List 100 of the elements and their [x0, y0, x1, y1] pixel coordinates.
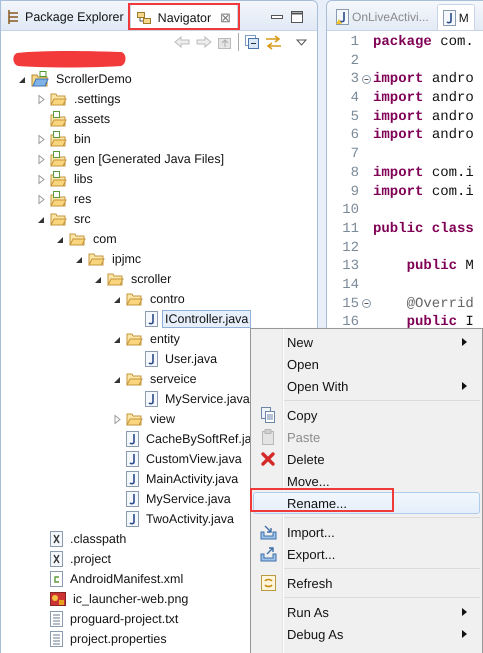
tree-item[interactable]: MainActivity.java — [143, 470, 242, 488]
import-icon — [260, 524, 276, 540]
minimize-icon[interactable] — [271, 15, 283, 19]
copy-icon — [260, 407, 276, 423]
java-file-icon — [145, 351, 158, 367]
code-line: public M — [406, 257, 474, 276]
tree-item[interactable]: view — [147, 410, 178, 428]
code-line: import com.i — [373, 182, 474, 202]
collapsed-icon[interactable] — [36, 174, 47, 184]
menu-item[interactable]: Run As — [253, 601, 480, 623]
menu-item[interactable]: Open With — [253, 375, 480, 397]
line-number: 10 — [341, 201, 359, 220]
source-folder-icon — [50, 191, 67, 207]
tree-item[interactable]: contro — [147, 290, 188, 308]
menu-item[interactable]: Import... — [253, 521, 480, 543]
menu-item[interactable]: Refresh — [253, 572, 480, 594]
tree-item[interactable]: serveice — [147, 370, 200, 388]
close-icon[interactable]: ⊠ — [220, 10, 232, 25]
tree-item[interactable]: MyService.java — [143, 490, 234, 508]
export-icon — [260, 546, 276, 562]
menu-item[interactable]: New — [253, 331, 480, 353]
tree-item[interactable]: AndroidManifest.xml — [67, 570, 186, 588]
code-line: public I — [406, 313, 474, 332]
java-file-icon — [126, 471, 139, 487]
tree-item[interactable]: ipjmc — [109, 250, 144, 268]
tree-item[interactable]: CacheBySoftRef.ja — [143, 430, 255, 448]
collapsed-icon[interactable] — [36, 94, 47, 104]
fold-icon[interactable] — [362, 299, 370, 308]
java-file-icon — [145, 391, 158, 407]
tree-item[interactable]: bin — [71, 130, 94, 148]
tree-item[interactable]: ic_launcher-web.png — [70, 590, 192, 608]
java-file-icon — [442, 10, 456, 26]
tree-item[interactable]: gen [Generated Java Files] — [71, 150, 228, 168]
java-file-warning-icon — [336, 9, 349, 25]
tree-item[interactable]: project.properties — [67, 630, 170, 648]
code-line: import andro — [373, 70, 474, 90]
collapsed-icon[interactable] — [36, 194, 47, 204]
delete-icon — [260, 451, 276, 467]
code-line: import andro — [373, 108, 474, 126]
folder-icon — [107, 272, 124, 286]
tree-item[interactable]: CustomView.java — [143, 450, 245, 468]
tree-item[interactable]: com — [90, 230, 120, 248]
tree-item[interactable]: scroller — [128, 270, 174, 288]
menu-item[interactable]: Delete — [253, 448, 480, 470]
collapse-all-icon[interactable] — [245, 35, 259, 49]
tree-item[interactable]: ScrollerDemo — [53, 70, 135, 88]
tree-item[interactable]: .settings — [71, 90, 124, 108]
line-number: 8 — [350, 164, 359, 183]
collapsed-icon[interactable] — [36, 154, 47, 164]
tree-item[interactable]: IController.java — [162, 310, 252, 328]
collapsed-icon[interactable] — [112, 414, 123, 424]
tree-item[interactable]: MyService.java — [162, 390, 253, 408]
tree-item[interactable]: src — [71, 210, 94, 228]
java-file-icon — [126, 451, 139, 467]
java-file-icon — [126, 511, 139, 527]
text-file-icon — [50, 631, 63, 647]
line-number: 5 — [350, 108, 359, 126]
menu-item[interactable]: Debug As — [253, 623, 480, 645]
tree-item[interactable]: libs — [71, 170, 96, 188]
line-number: 16 — [341, 313, 359, 332]
hierarchy-icon — [7, 10, 20, 24]
source-folder-icon — [50, 151, 67, 167]
tree-item[interactable]: proguard-project.txt — [67, 610, 182, 628]
menu-item[interactable]: Export... — [253, 543, 480, 565]
fold-icon[interactable] — [362, 75, 370, 84]
line-number: 15 — [341, 294, 359, 314]
tree-item[interactable]: TwoActivity.java — [143, 510, 237, 528]
tree-item[interactable]: entity — [147, 330, 183, 348]
folder-icon — [50, 92, 67, 106]
folder-icon — [126, 332, 143, 346]
menu-item[interactable]: Copy — [253, 404, 480, 426]
menu-item[interactable]: Move... — [253, 470, 480, 492]
folders-icon — [136, 12, 153, 24]
folder-icon — [126, 372, 143, 386]
tree-item[interactable]: .project — [67, 550, 114, 568]
project-icon — [31, 71, 49, 87]
code-line: import andro — [373, 89, 474, 108]
collapsed-icon[interactable] — [36, 134, 47, 144]
line-number: 12 — [341, 238, 359, 258]
xml-file-icon — [50, 551, 63, 567]
java-file-icon — [145, 311, 158, 327]
folder-icon — [69, 232, 86, 246]
line-number: 7 — [350, 145, 359, 164]
line-number: 4 — [350, 89, 359, 108]
folder-icon — [50, 212, 67, 226]
source-folder-icon — [50, 171, 67, 187]
tree-item[interactable]: res — [71, 190, 94, 208]
menu-item[interactable]: Open — [253, 353, 480, 375]
tree-item[interactable]: .classpath — [67, 530, 130, 548]
maximize-icon[interactable] — [291, 11, 303, 23]
java-file-icon — [126, 491, 139, 507]
tree-item[interactable]: User.java — [162, 350, 220, 368]
folder-icon — [88, 252, 105, 266]
editor-tab[interactable]: M — [436, 4, 475, 30]
tree-item[interactable]: assets — [71, 110, 114, 128]
view-menu-icon[interactable] — [296, 38, 307, 46]
image-file-icon — [50, 592, 66, 606]
view-tab[interactable]: Package Explorer — [1, 4, 130, 30]
text-file-icon — [50, 611, 63, 627]
view-tab[interactable]: Navigator ⊠ — [130, 4, 238, 30]
